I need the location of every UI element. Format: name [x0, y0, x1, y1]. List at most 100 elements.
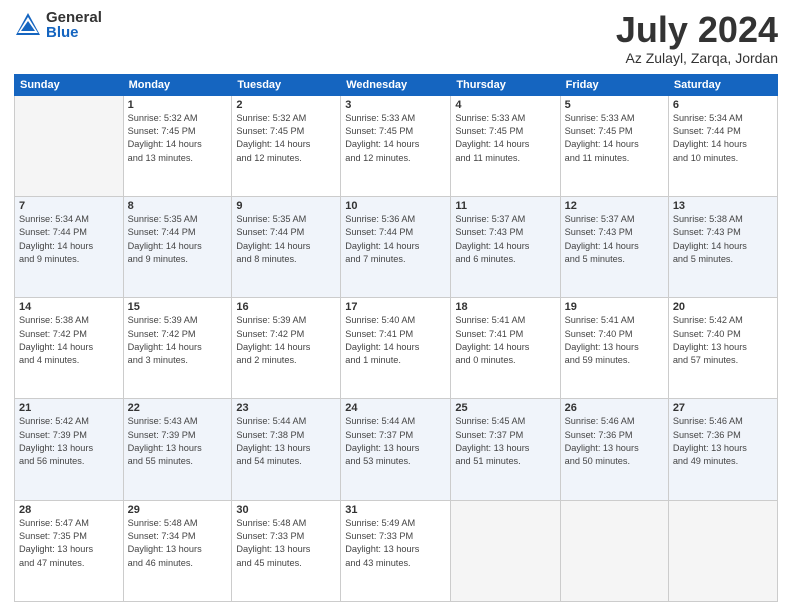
calendar-cell: 13Sunrise: 5:38 AM Sunset: 7:43 PM Dayli…	[668, 196, 777, 297]
calendar-cell: 26Sunrise: 5:46 AM Sunset: 7:36 PM Dayli…	[560, 399, 668, 500]
day-number: 13	[673, 200, 773, 212]
cell-info: Sunrise: 5:40 AM Sunset: 7:41 PM Dayligh…	[345, 314, 446, 367]
header-day-monday: Monday	[123, 74, 232, 95]
day-number: 25	[455, 402, 555, 414]
day-number: 21	[19, 402, 119, 414]
cell-info: Sunrise: 5:49 AM Sunset: 7:33 PM Dayligh…	[345, 517, 446, 570]
cell-info: Sunrise: 5:32 AM Sunset: 7:45 PM Dayligh…	[236, 112, 336, 165]
calendar-cell: 12Sunrise: 5:37 AM Sunset: 7:43 PM Dayli…	[560, 196, 668, 297]
day-number: 29	[128, 504, 228, 516]
calendar-cell: 24Sunrise: 5:44 AM Sunset: 7:37 PM Dayli…	[341, 399, 451, 500]
day-number: 5	[565, 99, 664, 111]
calendar-cell: 10Sunrise: 5:36 AM Sunset: 7:44 PM Dayli…	[341, 196, 451, 297]
calendar-cell: 5Sunrise: 5:33 AM Sunset: 7:45 PM Daylig…	[560, 95, 668, 196]
page: General Blue July 2024 Az Zulayl, Zarqa,…	[0, 0, 792, 612]
calendar-cell: 30Sunrise: 5:48 AM Sunset: 7:33 PM Dayli…	[232, 500, 341, 601]
cell-info: Sunrise: 5:41 AM Sunset: 7:40 PM Dayligh…	[565, 314, 664, 367]
cell-info: Sunrise: 5:37 AM Sunset: 7:43 PM Dayligh…	[565, 213, 664, 266]
cell-info: Sunrise: 5:41 AM Sunset: 7:41 PM Dayligh…	[455, 314, 555, 367]
calendar-cell: 8Sunrise: 5:35 AM Sunset: 7:44 PM Daylig…	[123, 196, 232, 297]
day-number: 16	[236, 301, 336, 313]
calendar-cell: 7Sunrise: 5:34 AM Sunset: 7:44 PM Daylig…	[15, 196, 124, 297]
calendar-cell: 9Sunrise: 5:35 AM Sunset: 7:44 PM Daylig…	[232, 196, 341, 297]
cell-info: Sunrise: 5:42 AM Sunset: 7:39 PM Dayligh…	[19, 415, 119, 468]
calendar-cell: 1Sunrise: 5:32 AM Sunset: 7:45 PM Daylig…	[123, 95, 232, 196]
day-number: 2	[236, 99, 336, 111]
calendar-header-row: SundayMondayTuesdayWednesdayThursdayFrid…	[15, 74, 778, 95]
day-number: 1	[128, 99, 228, 111]
cell-info: Sunrise: 5:48 AM Sunset: 7:33 PM Dayligh…	[236, 517, 336, 570]
calendar-cell: 16Sunrise: 5:39 AM Sunset: 7:42 PM Dayli…	[232, 298, 341, 399]
day-number: 4	[455, 99, 555, 111]
calendar-cell: 20Sunrise: 5:42 AM Sunset: 7:40 PM Dayli…	[668, 298, 777, 399]
calendar-cell: 6Sunrise: 5:34 AM Sunset: 7:44 PM Daylig…	[668, 95, 777, 196]
day-number: 18	[455, 301, 555, 313]
week-row-4: 21Sunrise: 5:42 AM Sunset: 7:39 PM Dayli…	[15, 399, 778, 500]
logo-general-text: General	[46, 10, 102, 25]
calendar-cell: 25Sunrise: 5:45 AM Sunset: 7:37 PM Dayli…	[451, 399, 560, 500]
day-number: 3	[345, 99, 446, 111]
calendar-cell: 4Sunrise: 5:33 AM Sunset: 7:45 PM Daylig…	[451, 95, 560, 196]
day-number: 6	[673, 99, 773, 111]
cell-info: Sunrise: 5:38 AM Sunset: 7:42 PM Dayligh…	[19, 314, 119, 367]
calendar-cell: 31Sunrise: 5:49 AM Sunset: 7:33 PM Dayli…	[341, 500, 451, 601]
day-number: 19	[565, 301, 664, 313]
title-block: July 2024 Az Zulayl, Zarqa, Jordan	[616, 10, 778, 66]
cell-info: Sunrise: 5:33 AM Sunset: 7:45 PM Dayligh…	[455, 112, 555, 165]
calendar-cell: 15Sunrise: 5:39 AM Sunset: 7:42 PM Dayli…	[123, 298, 232, 399]
week-row-1: 1Sunrise: 5:32 AM Sunset: 7:45 PM Daylig…	[15, 95, 778, 196]
cell-info: Sunrise: 5:44 AM Sunset: 7:37 PM Dayligh…	[345, 415, 446, 468]
cell-info: Sunrise: 5:34 AM Sunset: 7:44 PM Dayligh…	[673, 112, 773, 165]
calendar-cell: 2Sunrise: 5:32 AM Sunset: 7:45 PM Daylig…	[232, 95, 341, 196]
day-number: 12	[565, 200, 664, 212]
calendar-cell	[560, 500, 668, 601]
day-number: 10	[345, 200, 446, 212]
week-row-2: 7Sunrise: 5:34 AM Sunset: 7:44 PM Daylig…	[15, 196, 778, 297]
calendar-cell: 11Sunrise: 5:37 AM Sunset: 7:43 PM Dayli…	[451, 196, 560, 297]
header-day-thursday: Thursday	[451, 74, 560, 95]
day-number: 26	[565, 402, 664, 414]
week-row-3: 14Sunrise: 5:38 AM Sunset: 7:42 PM Dayli…	[15, 298, 778, 399]
day-number: 14	[19, 301, 119, 313]
cell-info: Sunrise: 5:37 AM Sunset: 7:43 PM Dayligh…	[455, 213, 555, 266]
day-number: 27	[673, 402, 773, 414]
header: General Blue July 2024 Az Zulayl, Zarqa,…	[14, 10, 778, 66]
cell-info: Sunrise: 5:35 AM Sunset: 7:44 PM Dayligh…	[236, 213, 336, 266]
calendar-cell: 27Sunrise: 5:46 AM Sunset: 7:36 PM Dayli…	[668, 399, 777, 500]
header-day-friday: Friday	[560, 74, 668, 95]
day-number: 22	[128, 402, 228, 414]
day-number: 8	[128, 200, 228, 212]
cell-info: Sunrise: 5:34 AM Sunset: 7:44 PM Dayligh…	[19, 213, 119, 266]
day-number: 31	[345, 504, 446, 516]
cell-info: Sunrise: 5:47 AM Sunset: 7:35 PM Dayligh…	[19, 517, 119, 570]
week-row-5: 28Sunrise: 5:47 AM Sunset: 7:35 PM Dayli…	[15, 500, 778, 601]
calendar-cell	[15, 95, 124, 196]
logo-blue-text: Blue	[46, 25, 102, 40]
cell-info: Sunrise: 5:44 AM Sunset: 7:38 PM Dayligh…	[236, 415, 336, 468]
day-number: 23	[236, 402, 336, 414]
cell-info: Sunrise: 5:39 AM Sunset: 7:42 PM Dayligh…	[236, 314, 336, 367]
calendar-cell	[668, 500, 777, 601]
cell-info: Sunrise: 5:42 AM Sunset: 7:40 PM Dayligh…	[673, 314, 773, 367]
calendar-cell: 17Sunrise: 5:40 AM Sunset: 7:41 PM Dayli…	[341, 298, 451, 399]
calendar-cell: 22Sunrise: 5:43 AM Sunset: 7:39 PM Dayli…	[123, 399, 232, 500]
cell-info: Sunrise: 5:46 AM Sunset: 7:36 PM Dayligh…	[565, 415, 664, 468]
calendar-table: SundayMondayTuesdayWednesdayThursdayFrid…	[14, 74, 778, 602]
month-title: July 2024	[616, 10, 778, 50]
day-number: 17	[345, 301, 446, 313]
day-number: 24	[345, 402, 446, 414]
cell-info: Sunrise: 5:38 AM Sunset: 7:43 PM Dayligh…	[673, 213, 773, 266]
day-number: 30	[236, 504, 336, 516]
logo-text: General Blue	[46, 10, 102, 40]
logo: General Blue	[14, 10, 102, 40]
day-number: 7	[19, 200, 119, 212]
calendar-cell: 29Sunrise: 5:48 AM Sunset: 7:34 PM Dayli…	[123, 500, 232, 601]
cell-info: Sunrise: 5:39 AM Sunset: 7:42 PM Dayligh…	[128, 314, 228, 367]
day-number: 11	[455, 200, 555, 212]
calendar-cell: 23Sunrise: 5:44 AM Sunset: 7:38 PM Dayli…	[232, 399, 341, 500]
cell-info: Sunrise: 5:32 AM Sunset: 7:45 PM Dayligh…	[128, 112, 228, 165]
calendar-cell: 21Sunrise: 5:42 AM Sunset: 7:39 PM Dayli…	[15, 399, 124, 500]
cell-info: Sunrise: 5:48 AM Sunset: 7:34 PM Dayligh…	[128, 517, 228, 570]
day-number: 20	[673, 301, 773, 313]
logo-icon	[14, 11, 42, 39]
